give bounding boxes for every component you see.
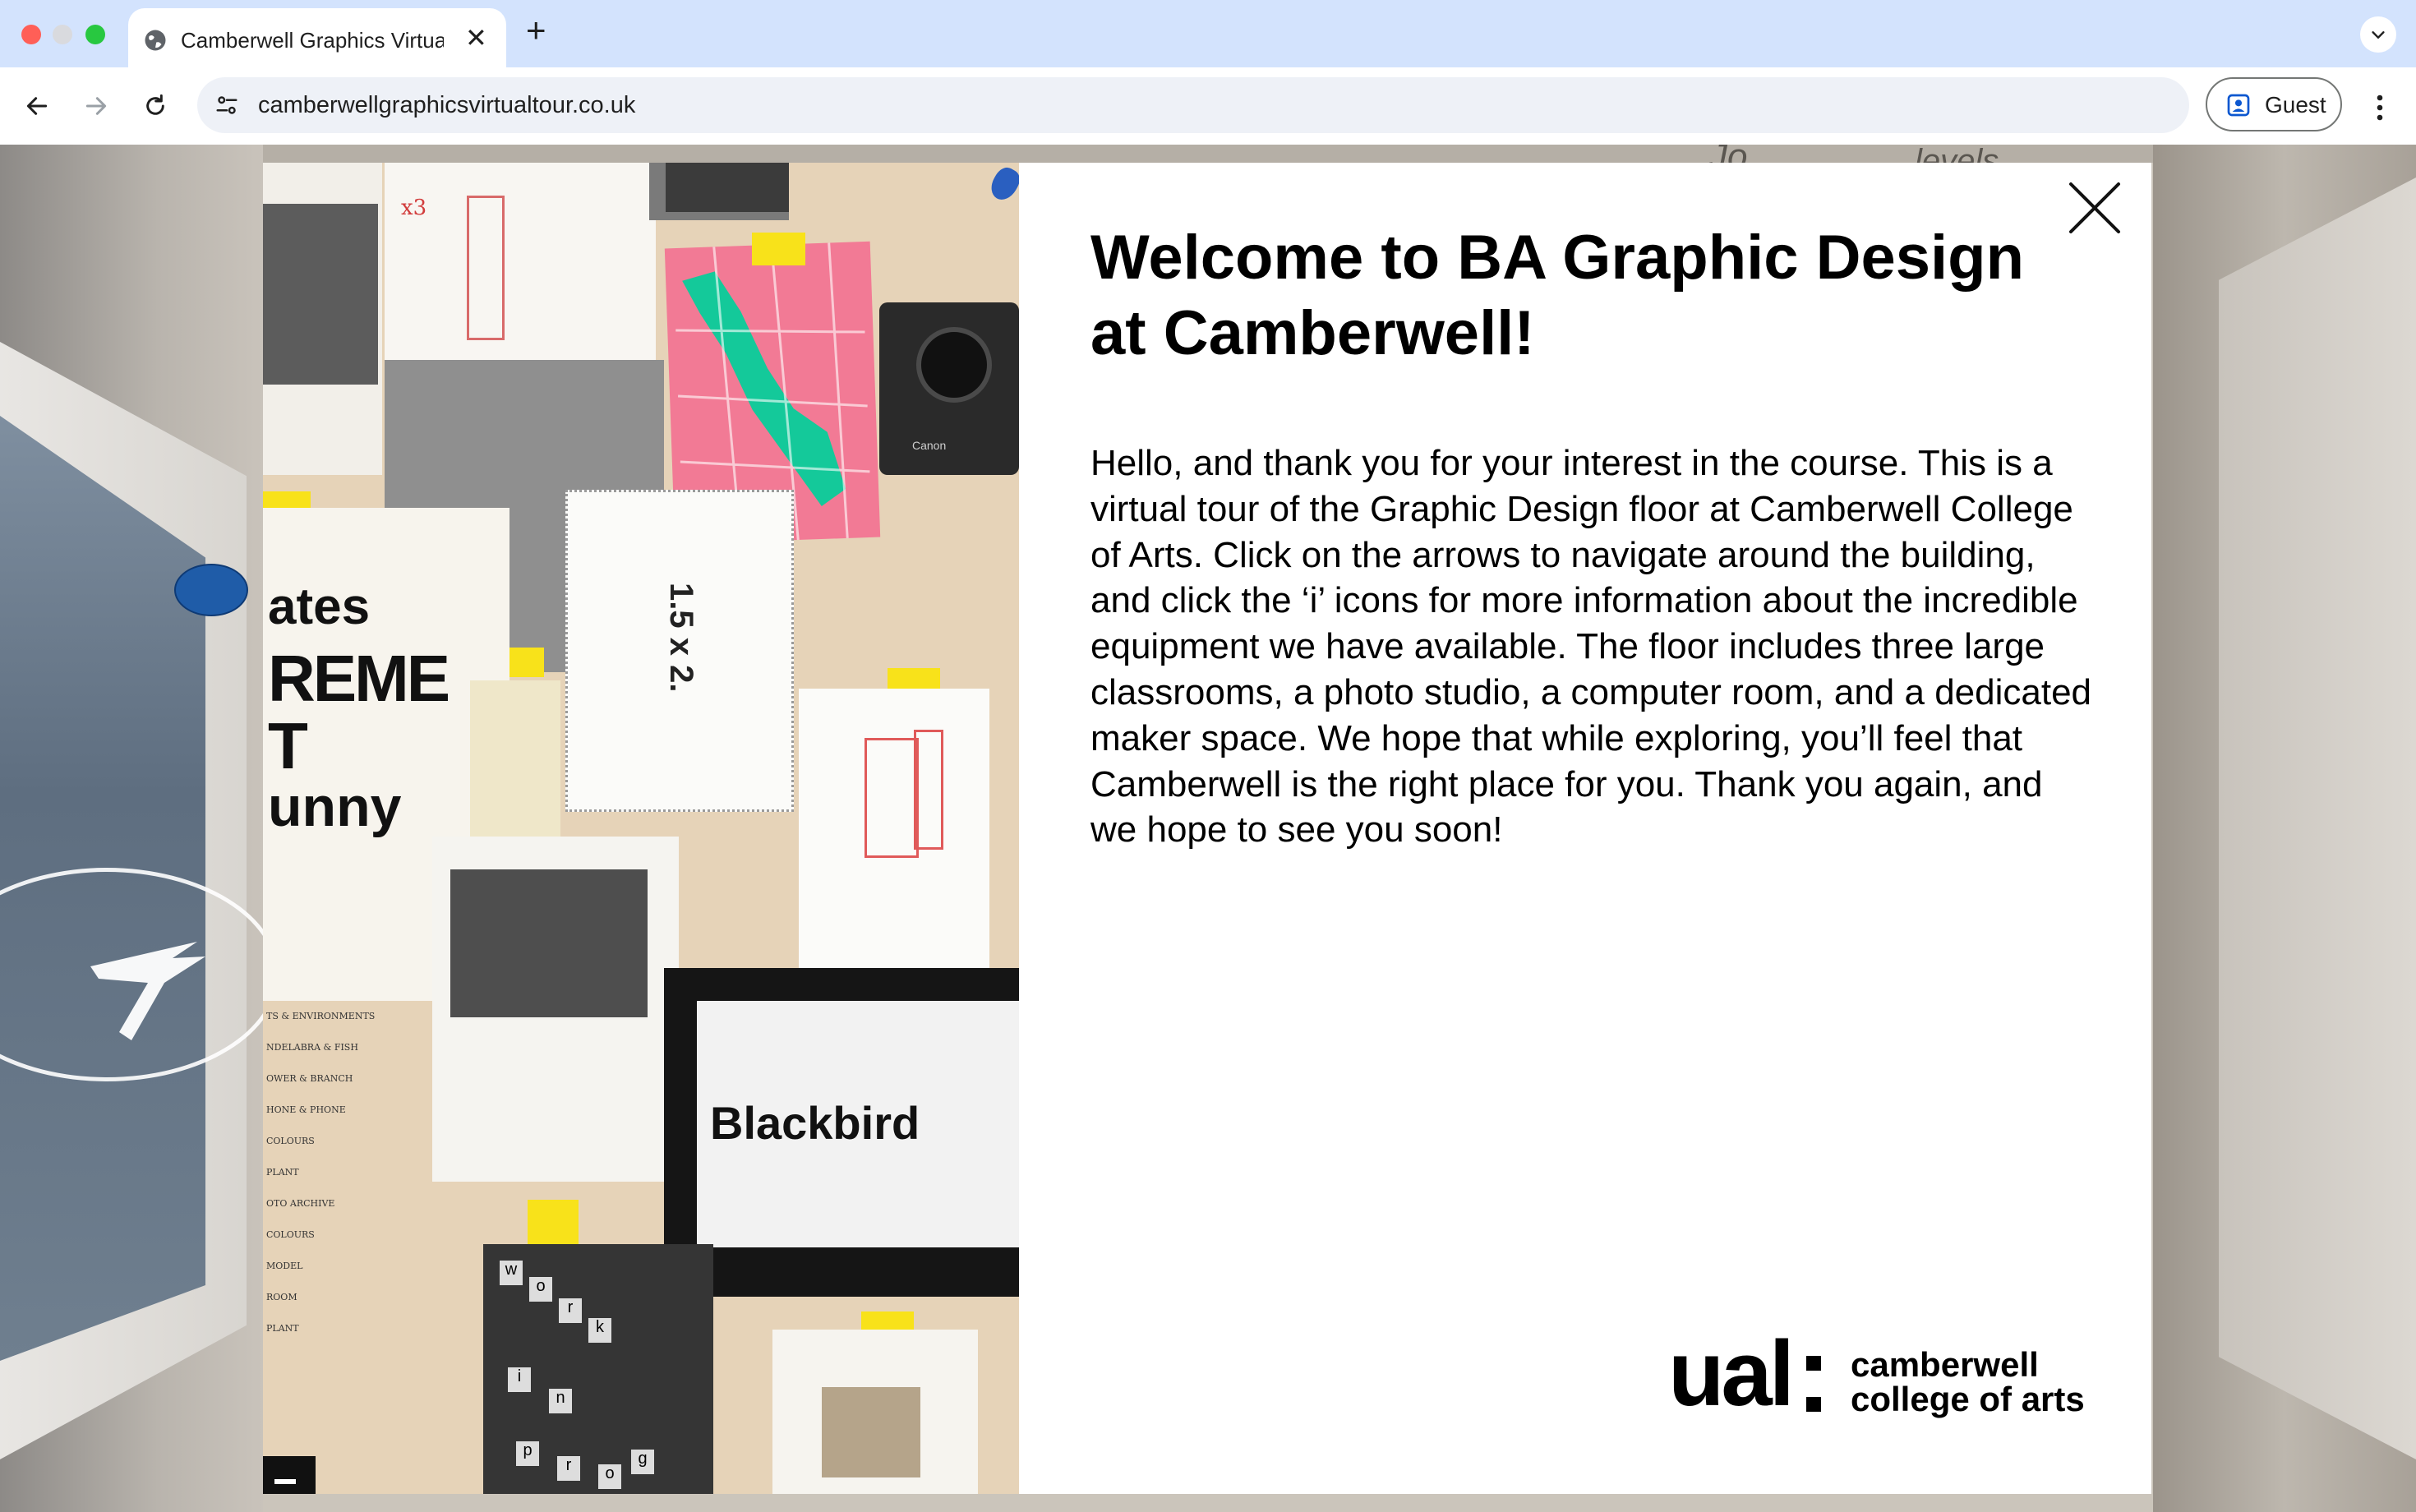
blackbird-label: Blackbird	[710, 1097, 920, 1149]
tape	[528, 1200, 579, 1244]
letter-tile: r	[557, 1456, 580, 1481]
letter-tile: o	[598, 1464, 621, 1489]
archive-item: MODEL	[266, 1261, 303, 1271]
tab-strip: Camberwell Graphics Virtual ✕ +	[0, 0, 2416, 67]
letter-tile: n	[549, 1389, 572, 1413]
address-bar[interactable]: camberwellgraphicsvirtualtour.co.uk	[197, 77, 2189, 133]
letter-tile: k	[588, 1318, 611, 1343]
browser-menu-button[interactable]	[2363, 87, 2396, 128]
tape	[861, 1311, 914, 1331]
close-window-button[interactable]	[21, 25, 41, 44]
arrow-left-icon	[26, 97, 48, 115]
maximize-window-button[interactable]	[85, 25, 105, 44]
tab-title: Camberwell Graphics Virtual	[181, 28, 444, 53]
profile-label: Guest	[2265, 92, 2326, 118]
door-sign	[174, 564, 248, 616]
collage-letter-board: w o r k i n p r o g	[483, 1244, 713, 1494]
browser-toolbar: camberwellgraphicsvirtualtour.co.uk Gues…	[0, 67, 2416, 145]
new-tab-button[interactable]: +	[526, 13, 546, 48]
archive-item: COLOURS	[266, 1229, 315, 1240]
archive-item: PLANT	[266, 1167, 299, 1178]
collage-note	[772, 1330, 978, 1494]
poster-line: REME	[268, 642, 450, 715]
ual-camberwell-logo[interactable]: ual camberwell college of arts	[1668, 1328, 2085, 1422]
site-info-button[interactable]	[209, 87, 245, 123]
archive-item: NDELABRA & FISH	[266, 1042, 358, 1053]
poster-line: ates	[268, 579, 371, 635]
collage-camera: Canon	[879, 302, 1019, 475]
ceiling-strip	[263, 145, 2153, 163]
profile-button[interactable]: Guest	[2206, 77, 2342, 131]
sketch-note: x3	[401, 196, 427, 220]
welcome-title: Welcome to BA Graphic Design at Camberwe…	[1090, 223, 2024, 368]
tab-search-button[interactable]	[2360, 16, 2396, 53]
url-text[interactable]: camberwellgraphicsvirtualtour.co.uk	[258, 92, 635, 119]
arrow-right-icon	[85, 97, 107, 115]
moodboard-collage: x3 Canon 1.5 x 2. ates REME T unny TS & …	[263, 163, 1019, 1494]
archive-item: COLOURS	[266, 1136, 315, 1146]
collage-dotted-paper: 1.5 x 2.	[565, 490, 794, 812]
collage-shadow	[666, 163, 789, 212]
archive-item: OTO ARCHIVE	[266, 1198, 335, 1209]
profile-icon	[2227, 94, 2250, 117]
forward-button[interactable]	[76, 85, 117, 127]
poster-line: T	[268, 709, 308, 782]
more-vertical-icon	[2377, 94, 2383, 121]
letter-tile: p	[516, 1441, 539, 1466]
minimize-window-button[interactable]	[53, 25, 72, 44]
letter-tile: o	[529, 1277, 552, 1302]
letter-tile: i	[508, 1367, 531, 1392]
close-icon	[2069, 182, 2120, 233]
poster-line: unny	[268, 776, 402, 838]
archive-list: TS & ENVIRONMENTS NDELABRA & FISH OWER &…	[263, 1001, 411, 1494]
collage-blackbird-frame: Blackbird	[664, 968, 1019, 1297]
right-door	[2219, 177, 2416, 1459]
chevron-down-icon	[2372, 31, 2385, 39]
letter-tile: w	[500, 1261, 523, 1285]
letter-tile: r	[559, 1298, 582, 1323]
logo-line-2: college of arts	[1851, 1380, 2085, 1418]
tab-close-icon[interactable]: ✕	[465, 25, 487, 51]
navigation-arrow-icon[interactable]	[74, 933, 238, 1049]
logo-mark: ual	[1668, 1322, 1795, 1425]
archive-item: OWER & BRANCH	[266, 1073, 353, 1084]
letter-tile: g	[631, 1450, 654, 1474]
collage-bw-photo	[263, 204, 378, 385]
reload-icon	[146, 94, 164, 115]
archive-item: TS & ENVIRONMENTS	[266, 1011, 376, 1021]
collage-black-tag	[263, 1456, 316, 1494]
collage-photo-frame	[432, 837, 679, 1182]
archive-item: HONE & PHONE	[266, 1104, 346, 1115]
archive-item: ROOM	[266, 1292, 297, 1302]
reload-button[interactable]	[135, 85, 176, 127]
collage-pin	[986, 164, 1019, 205]
collage-sketch-sheet: x3	[385, 163, 656, 360]
browser-tab[interactable]: Camberwell Graphics Virtual ✕	[128, 8, 506, 67]
welcome-body-text: Hello, and thank you for your interest i…	[1090, 443, 2092, 850]
logo-colon	[1806, 1356, 1821, 1413]
logo-line-1: camberwell	[1851, 1345, 2039, 1384]
globe-icon	[145, 30, 166, 51]
back-button[interactable]	[16, 85, 58, 127]
tape	[752, 233, 805, 265]
archive-item: PLANT	[266, 1323, 299, 1334]
camera-brand-label: Canon	[912, 439, 947, 452]
rotated-label: 1.5 x 2.	[663, 583, 699, 693]
tune-icon	[216, 96, 237, 114]
